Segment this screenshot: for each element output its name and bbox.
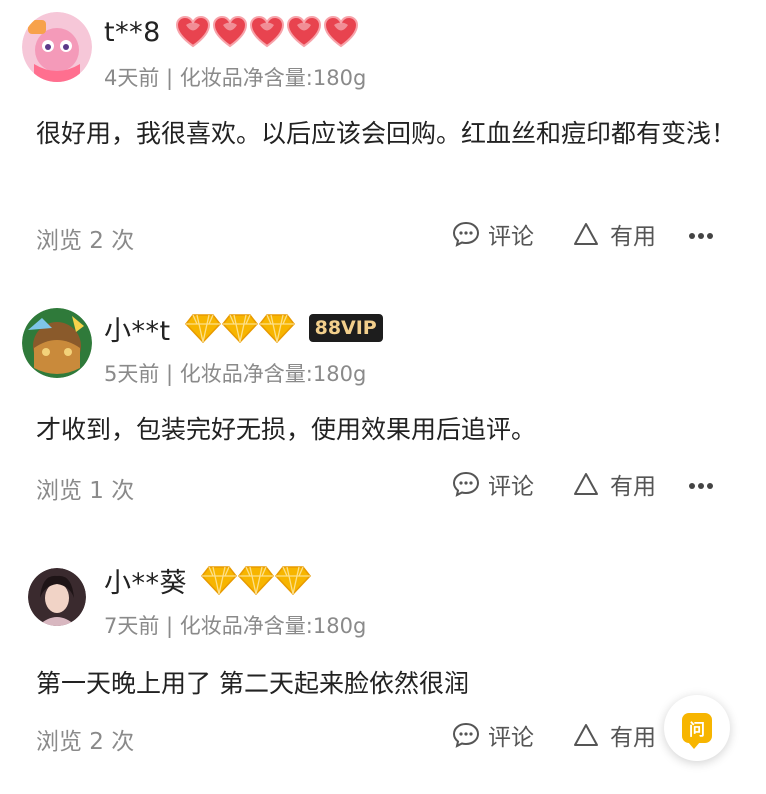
user-info-row: 小**t 88VIP [104, 309, 383, 348]
useful-label: 有用 [610, 725, 656, 751]
review-meta: 7天前 | 化妆品净含量:180g [104, 614, 367, 638]
useful-label: 有用 [610, 474, 656, 500]
review-content: 很好用，我很喜欢。以后应该会回购。红血丝和痘印都有变浅！ [36, 119, 737, 148]
avatar[interactable] [22, 308, 92, 378]
comment-label: 评论 [488, 224, 534, 250]
comment-button[interactable]: 评论 [452, 217, 534, 251]
user-level-badge [175, 16, 359, 48]
question-icon: 问 [682, 713, 712, 749]
ask-question-button[interactable]: 问 [664, 695, 730, 761]
review-content: 第一天晚上用了 第二天起来脸依然很润 [36, 669, 469, 698]
triangle-up-icon [574, 724, 598, 746]
avatar[interactable] [22, 12, 92, 82]
review-meta: 4天前 | 化妆品净含量:180g [104, 66, 367, 90]
review-content: 才收到，包装完好无损，使用效果用后追评。 [36, 415, 537, 444]
comment-icon [452, 221, 480, 247]
diamond-icon [258, 314, 295, 343]
comment-icon [452, 722, 480, 748]
heart-icon [249, 16, 284, 48]
avatar[interactable] [28, 568, 86, 626]
view-count: 浏览 1 次 [36, 478, 135, 504]
ask-label: 问 [688, 720, 705, 739]
heart-icon [286, 16, 321, 48]
heart-icon [212, 16, 247, 48]
comment-icon [452, 471, 480, 497]
username[interactable]: 小**葵 [104, 561, 187, 600]
triangle-up-icon [574, 473, 598, 495]
comment-label: 评论 [488, 725, 534, 751]
user-info-row: 小**葵 [104, 561, 311, 600]
user-level-badge [201, 565, 311, 595]
diamond-icon [201, 566, 237, 595]
view-count: 浏览 2 次 [36, 729, 135, 755]
username[interactable]: 小**t [104, 309, 171, 348]
review-actions: 浏览 1 次 评论 有用 [0, 467, 766, 504]
diamond-icon [275, 566, 311, 595]
triangle-up-icon [574, 223, 598, 245]
view-count: 浏览 2 次 [36, 228, 135, 254]
diamond-icon [221, 314, 258, 343]
diamond-icon [184, 314, 221, 343]
review-actions: 浏览 2 次 评论 有用 [0, 718, 766, 755]
review-actions: 浏览 2 次 评论 有用 [0, 217, 766, 254]
user-level-badge [184, 313, 295, 343]
useful-button[interactable]: 有用 [572, 217, 656, 251]
diamond-icon [238, 566, 274, 595]
useful-label: 有用 [610, 224, 656, 250]
review-meta: 5天前 | 化妆品净含量:180g [104, 362, 367, 386]
comment-button[interactable]: 评论 [452, 718, 534, 752]
comment-label: 评论 [488, 474, 534, 500]
comment-button[interactable]: 评论 [452, 467, 534, 501]
heart-icon [175, 16, 210, 48]
vip-badge: 88VIP [308, 314, 383, 342]
more-dots-icon [689, 233, 713, 239]
useful-button[interactable]: 有用 [572, 718, 656, 752]
heart-icon [323, 16, 358, 48]
more-options-button[interactable] [688, 225, 714, 244]
more-dots-icon [689, 483, 713, 489]
username[interactable]: t**8 [104, 17, 161, 48]
user-info-row: t**8 [104, 14, 359, 50]
more-options-button[interactable] [688, 475, 714, 494]
useful-button[interactable]: 有用 [572, 467, 656, 501]
